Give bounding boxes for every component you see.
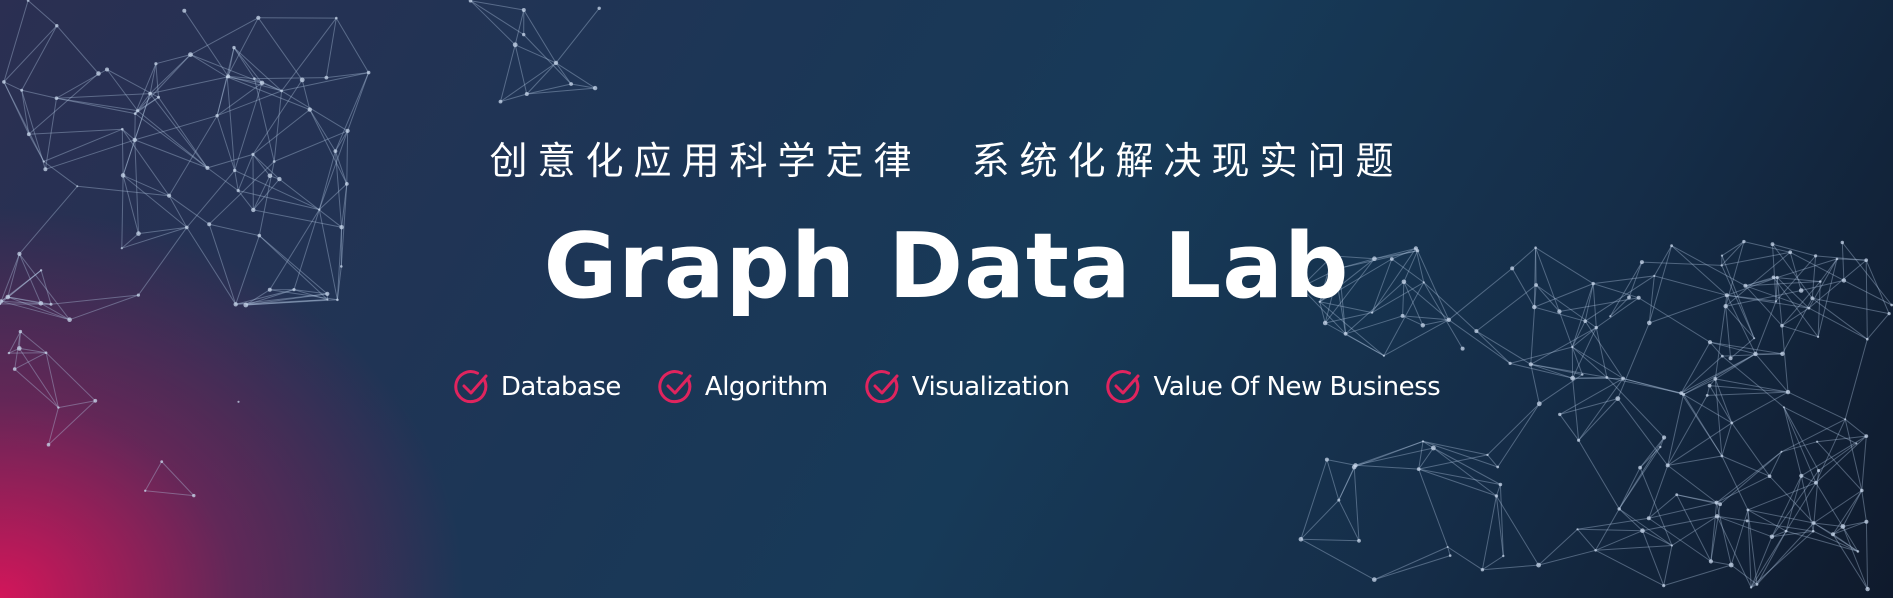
check-circle-icon (657, 368, 695, 406)
feature-item-value-of-new-business: Value Of New Business (1105, 368, 1441, 406)
tagline: 创意化应用科学定律 系统化解决现实问题 (0, 130, 1893, 185)
feature-label: Visualization (911, 372, 1070, 402)
feature-label: Value Of New Business (1153, 372, 1441, 402)
feature-label: Database (500, 372, 622, 402)
check-circle-icon (1105, 368, 1143, 406)
check-circle-icon (864, 368, 902, 406)
page-title: Graph Data Lab (543, 214, 1350, 319)
feature-list: Database Algorithm Visualization Value O… (0, 368, 1893, 406)
tagline-right: 系统化解决现实问题 (971, 139, 1404, 183)
check-circle-icon (453, 368, 491, 406)
feature-label: Algorithm (704, 372, 828, 402)
feature-item-algorithm: Algorithm (657, 368, 828, 406)
feature-item-visualization: Visualization (864, 368, 1070, 406)
feature-item-database: Database (453, 368, 621, 406)
tagline-left: 创意化应用科学定律 (489, 139, 922, 183)
hero-banner: 创意化应用科学定律 系统化解决现实问题 Graph Data Lab Databa… (0, 0, 1893, 598)
